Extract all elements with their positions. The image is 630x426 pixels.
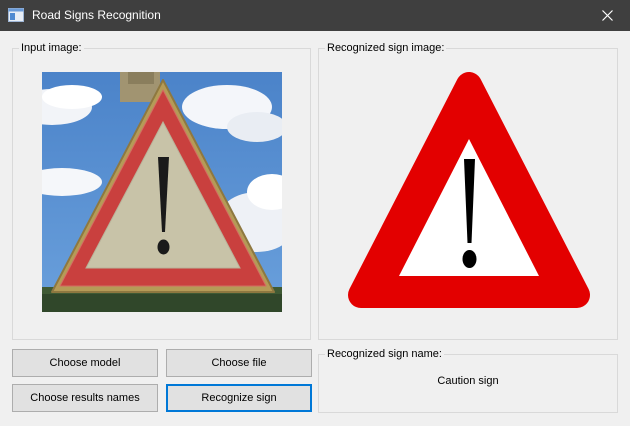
recognized-name-label: Recognized sign name:	[325, 348, 444, 361]
choose-file-button[interactable]: Choose file	[166, 349, 312, 377]
input-image-label: Input image:	[19, 42, 84, 55]
recognized-name-group: Recognized sign name: Caution sign	[318, 348, 618, 413]
recognized-sign-image	[347, 71, 592, 316]
recognized-sign-name: Caution sign	[437, 375, 499, 387]
close-button[interactable]	[584, 0, 630, 31]
choose-results-names-button[interactable]: Choose results names	[12, 384, 158, 412]
caution-sign-graphic	[348, 72, 590, 308]
title-bar: Road Signs Recognition	[0, 0, 630, 31]
input-photo	[42, 72, 282, 312]
close-icon	[601, 10, 613, 21]
choose-model-button[interactable]: Choose model	[12, 349, 158, 377]
app-window-icon	[8, 8, 24, 22]
window-title: Road Signs Recognition	[32, 8, 161, 22]
input-image-group: Input image:	[12, 42, 311, 340]
input-image	[42, 72, 282, 312]
recognized-image-group: Recognized sign image:	[318, 42, 618, 340]
recognized-image-label: Recognized sign image:	[325, 42, 447, 55]
recognize-sign-button[interactable]: Recognize sign	[166, 384, 312, 412]
